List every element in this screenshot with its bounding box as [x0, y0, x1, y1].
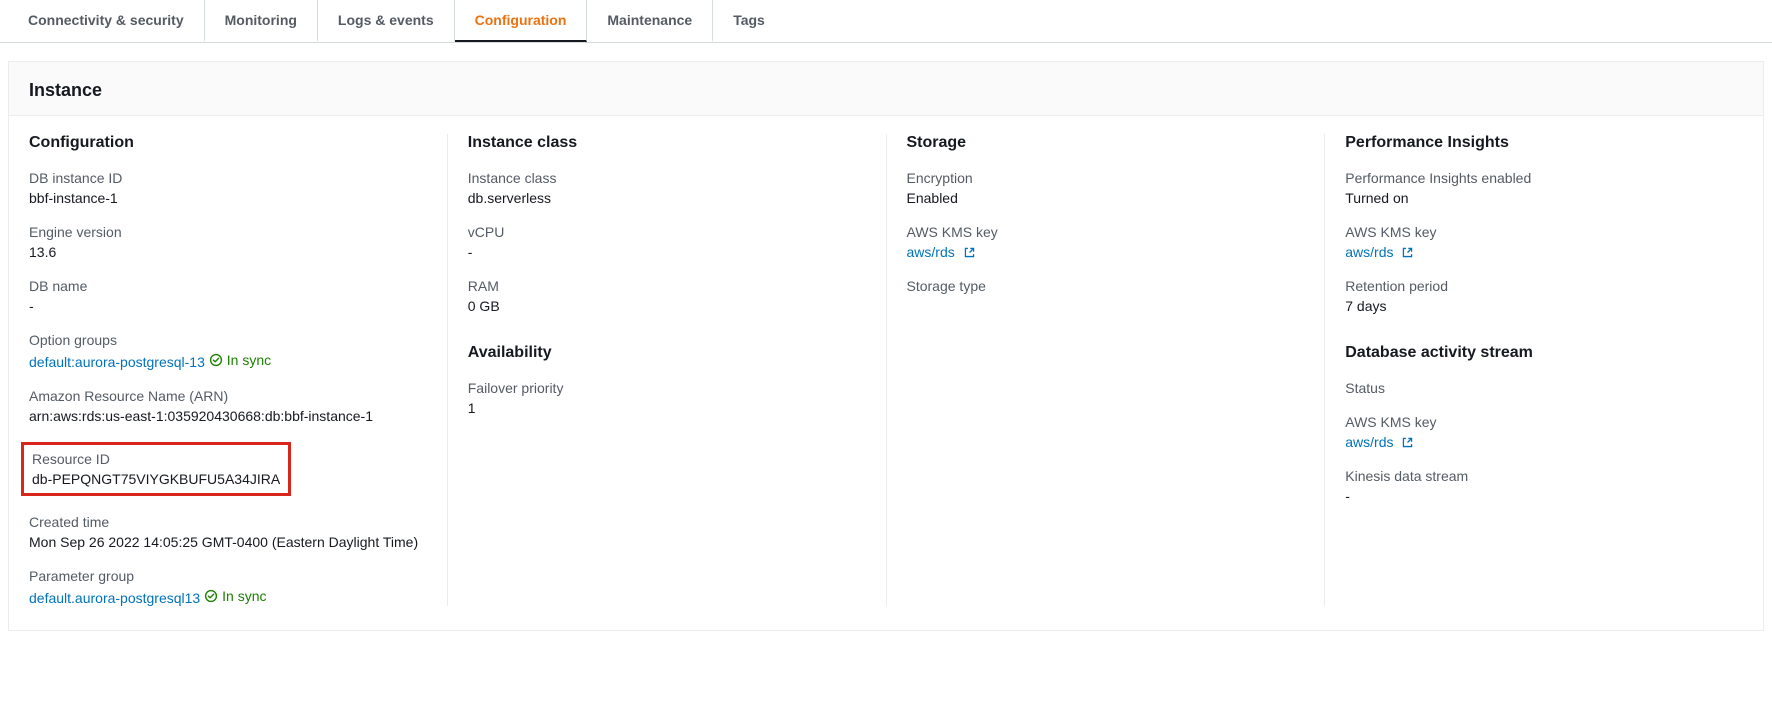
das-title: Database activity stream — [1345, 344, 1743, 362]
field-instance-class: Instance class db.serverless — [468, 170, 866, 206]
col-instance-class: Instance class Instance class db.serverl… — [448, 134, 887, 606]
field-perf-kms: AWS KMS key aws/rds — [1345, 224, 1743, 260]
retention-label: Retention period — [1345, 278, 1743, 294]
panel-title: Instance — [29, 80, 1743, 101]
field-vcpu: vCPU - — [468, 224, 866, 260]
created-time-label: Created time — [29, 514, 427, 530]
perf-kms-link[interactable]: aws/rds — [1345, 244, 1393, 260]
parameter-group-label: Parameter group — [29, 568, 427, 584]
field-das-kms: AWS KMS key aws/rds — [1345, 414, 1743, 450]
tab-logs[interactable]: Logs & events — [318, 0, 455, 42]
field-storage-type: Storage type — [907, 278, 1305, 294]
tab-monitoring[interactable]: Monitoring — [205, 0, 318, 42]
tab-bar: Connectivity & security Monitoring Logs … — [0, 0, 1772, 43]
external-link-icon — [1401, 246, 1414, 259]
engine-version-label: Engine version — [29, 224, 427, 240]
perf-enabled-label: Performance Insights enabled — [1345, 170, 1743, 186]
field-das-status: Status — [1345, 380, 1743, 396]
parameter-group-link[interactable]: default.aurora-postgresql13 — [29, 590, 200, 606]
field-arn: Amazon Resource Name (ARN) arn:aws:rds:u… — [29, 388, 427, 424]
storage-title: Storage — [907, 134, 1305, 152]
ram-value: 0 GB — [468, 298, 866, 314]
engine-version-value: 13.6 — [29, 244, 427, 260]
perf-title: Performance Insights — [1345, 134, 1743, 152]
field-engine-version: Engine version 13.6 — [29, 224, 427, 260]
instance-panel: Instance Configuration DB instance ID bb… — [8, 61, 1764, 631]
storage-kms-label: AWS KMS key — [907, 224, 1305, 240]
encryption-label: Encryption — [907, 170, 1305, 186]
vcpu-value: - — [468, 244, 866, 260]
field-ram: RAM 0 GB — [468, 278, 866, 314]
tab-connectivity[interactable]: Connectivity & security — [8, 0, 205, 42]
field-perf-enabled: Performance Insights enabled Turned on — [1345, 170, 1743, 206]
vcpu-label: vCPU — [468, 224, 866, 240]
field-kinesis: Kinesis data stream - — [1345, 468, 1743, 504]
external-link-icon — [963, 246, 976, 259]
perf-enabled-value: Turned on — [1345, 190, 1743, 206]
col-storage: Storage Encryption Enabled AWS KMS key a… — [887, 134, 1326, 606]
resource-id-label: Resource ID — [32, 451, 280, 467]
storage-type-label: Storage type — [907, 278, 1305, 294]
storage-kms-link[interactable]: aws/rds — [907, 244, 955, 260]
field-db-name: DB name - — [29, 278, 427, 314]
arn-value: arn:aws:rds:us-east-1:035920430668:db:bb… — [29, 408, 427, 424]
tab-tags[interactable]: Tags — [713, 0, 785, 42]
option-groups-label: Option groups — [29, 332, 427, 348]
panel-header: Instance — [9, 62, 1763, 116]
retention-value: 7 days — [1345, 298, 1743, 314]
tab-maintenance[interactable]: Maintenance — [587, 0, 713, 42]
field-storage-kms: AWS KMS key aws/rds — [907, 224, 1305, 260]
db-name-label: DB name — [29, 278, 427, 294]
panel-body: Configuration DB instance ID bbf-instanc… — [9, 116, 1763, 630]
resource-id-value: db-PEPQNGT75VIYGKBUFU5A34JIRA — [32, 471, 280, 487]
failover-value: 1 — [468, 400, 866, 416]
perf-kms-label: AWS KMS key — [1345, 224, 1743, 240]
check-circle-icon — [204, 589, 218, 603]
kinesis-value: - — [1345, 488, 1743, 504]
tab-configuration[interactable]: Configuration — [455, 0, 588, 42]
arn-label: Amazon Resource Name (ARN) — [29, 388, 427, 404]
db-name-value: - — [29, 298, 427, 314]
field-created-time: Created time Mon Sep 26 2022 14:05:25 GM… — [29, 514, 427, 550]
db-instance-id-label: DB instance ID — [29, 170, 427, 186]
col-performance: Performance Insights Performance Insight… — [1325, 134, 1763, 606]
external-link-icon — [1401, 436, 1414, 449]
ram-label: RAM — [468, 278, 866, 294]
field-resource-id: Resource ID db-PEPQNGT75VIYGKBUFU5A34JIR… — [29, 442, 427, 496]
field-parameter-group: Parameter group default.aurora-postgresq… — [29, 568, 427, 606]
das-status-label: Status — [1345, 380, 1743, 396]
instance-class-label: Instance class — [468, 170, 866, 186]
field-encryption: Encryption Enabled — [907, 170, 1305, 206]
created-time-value: Mon Sep 26 2022 14:05:25 GMT-0400 (Easte… — [29, 534, 427, 550]
availability-title: Availability — [468, 344, 866, 362]
col-configuration: Configuration DB instance ID bbf-instanc… — [9, 134, 448, 606]
instance-class-title: Instance class — [468, 134, 866, 152]
field-failover: Failover priority 1 — [468, 380, 866, 416]
option-groups-status: In sync — [227, 352, 271, 368]
configuration-title: Configuration — [29, 134, 427, 152]
parameter-group-status: In sync — [222, 588, 266, 604]
check-circle-icon — [209, 353, 223, 367]
field-option-groups: Option groups default:aurora-postgresql-… — [29, 332, 427, 370]
db-instance-id-value: bbf-instance-1 — [29, 190, 427, 206]
das-kms-link[interactable]: aws/rds — [1345, 434, 1393, 450]
resource-id-highlight: Resource ID db-PEPQNGT75VIYGKBUFU5A34JIR… — [21, 442, 291, 496]
das-kms-label: AWS KMS key — [1345, 414, 1743, 430]
failover-label: Failover priority — [468, 380, 866, 396]
field-retention: Retention period 7 days — [1345, 278, 1743, 314]
instance-class-value: db.serverless — [468, 190, 866, 206]
option-groups-link[interactable]: default:aurora-postgresql-13 — [29, 354, 205, 370]
field-db-instance-id: DB instance ID bbf-instance-1 — [29, 170, 427, 206]
encryption-value: Enabled — [907, 190, 1305, 206]
kinesis-label: Kinesis data stream — [1345, 468, 1743, 484]
